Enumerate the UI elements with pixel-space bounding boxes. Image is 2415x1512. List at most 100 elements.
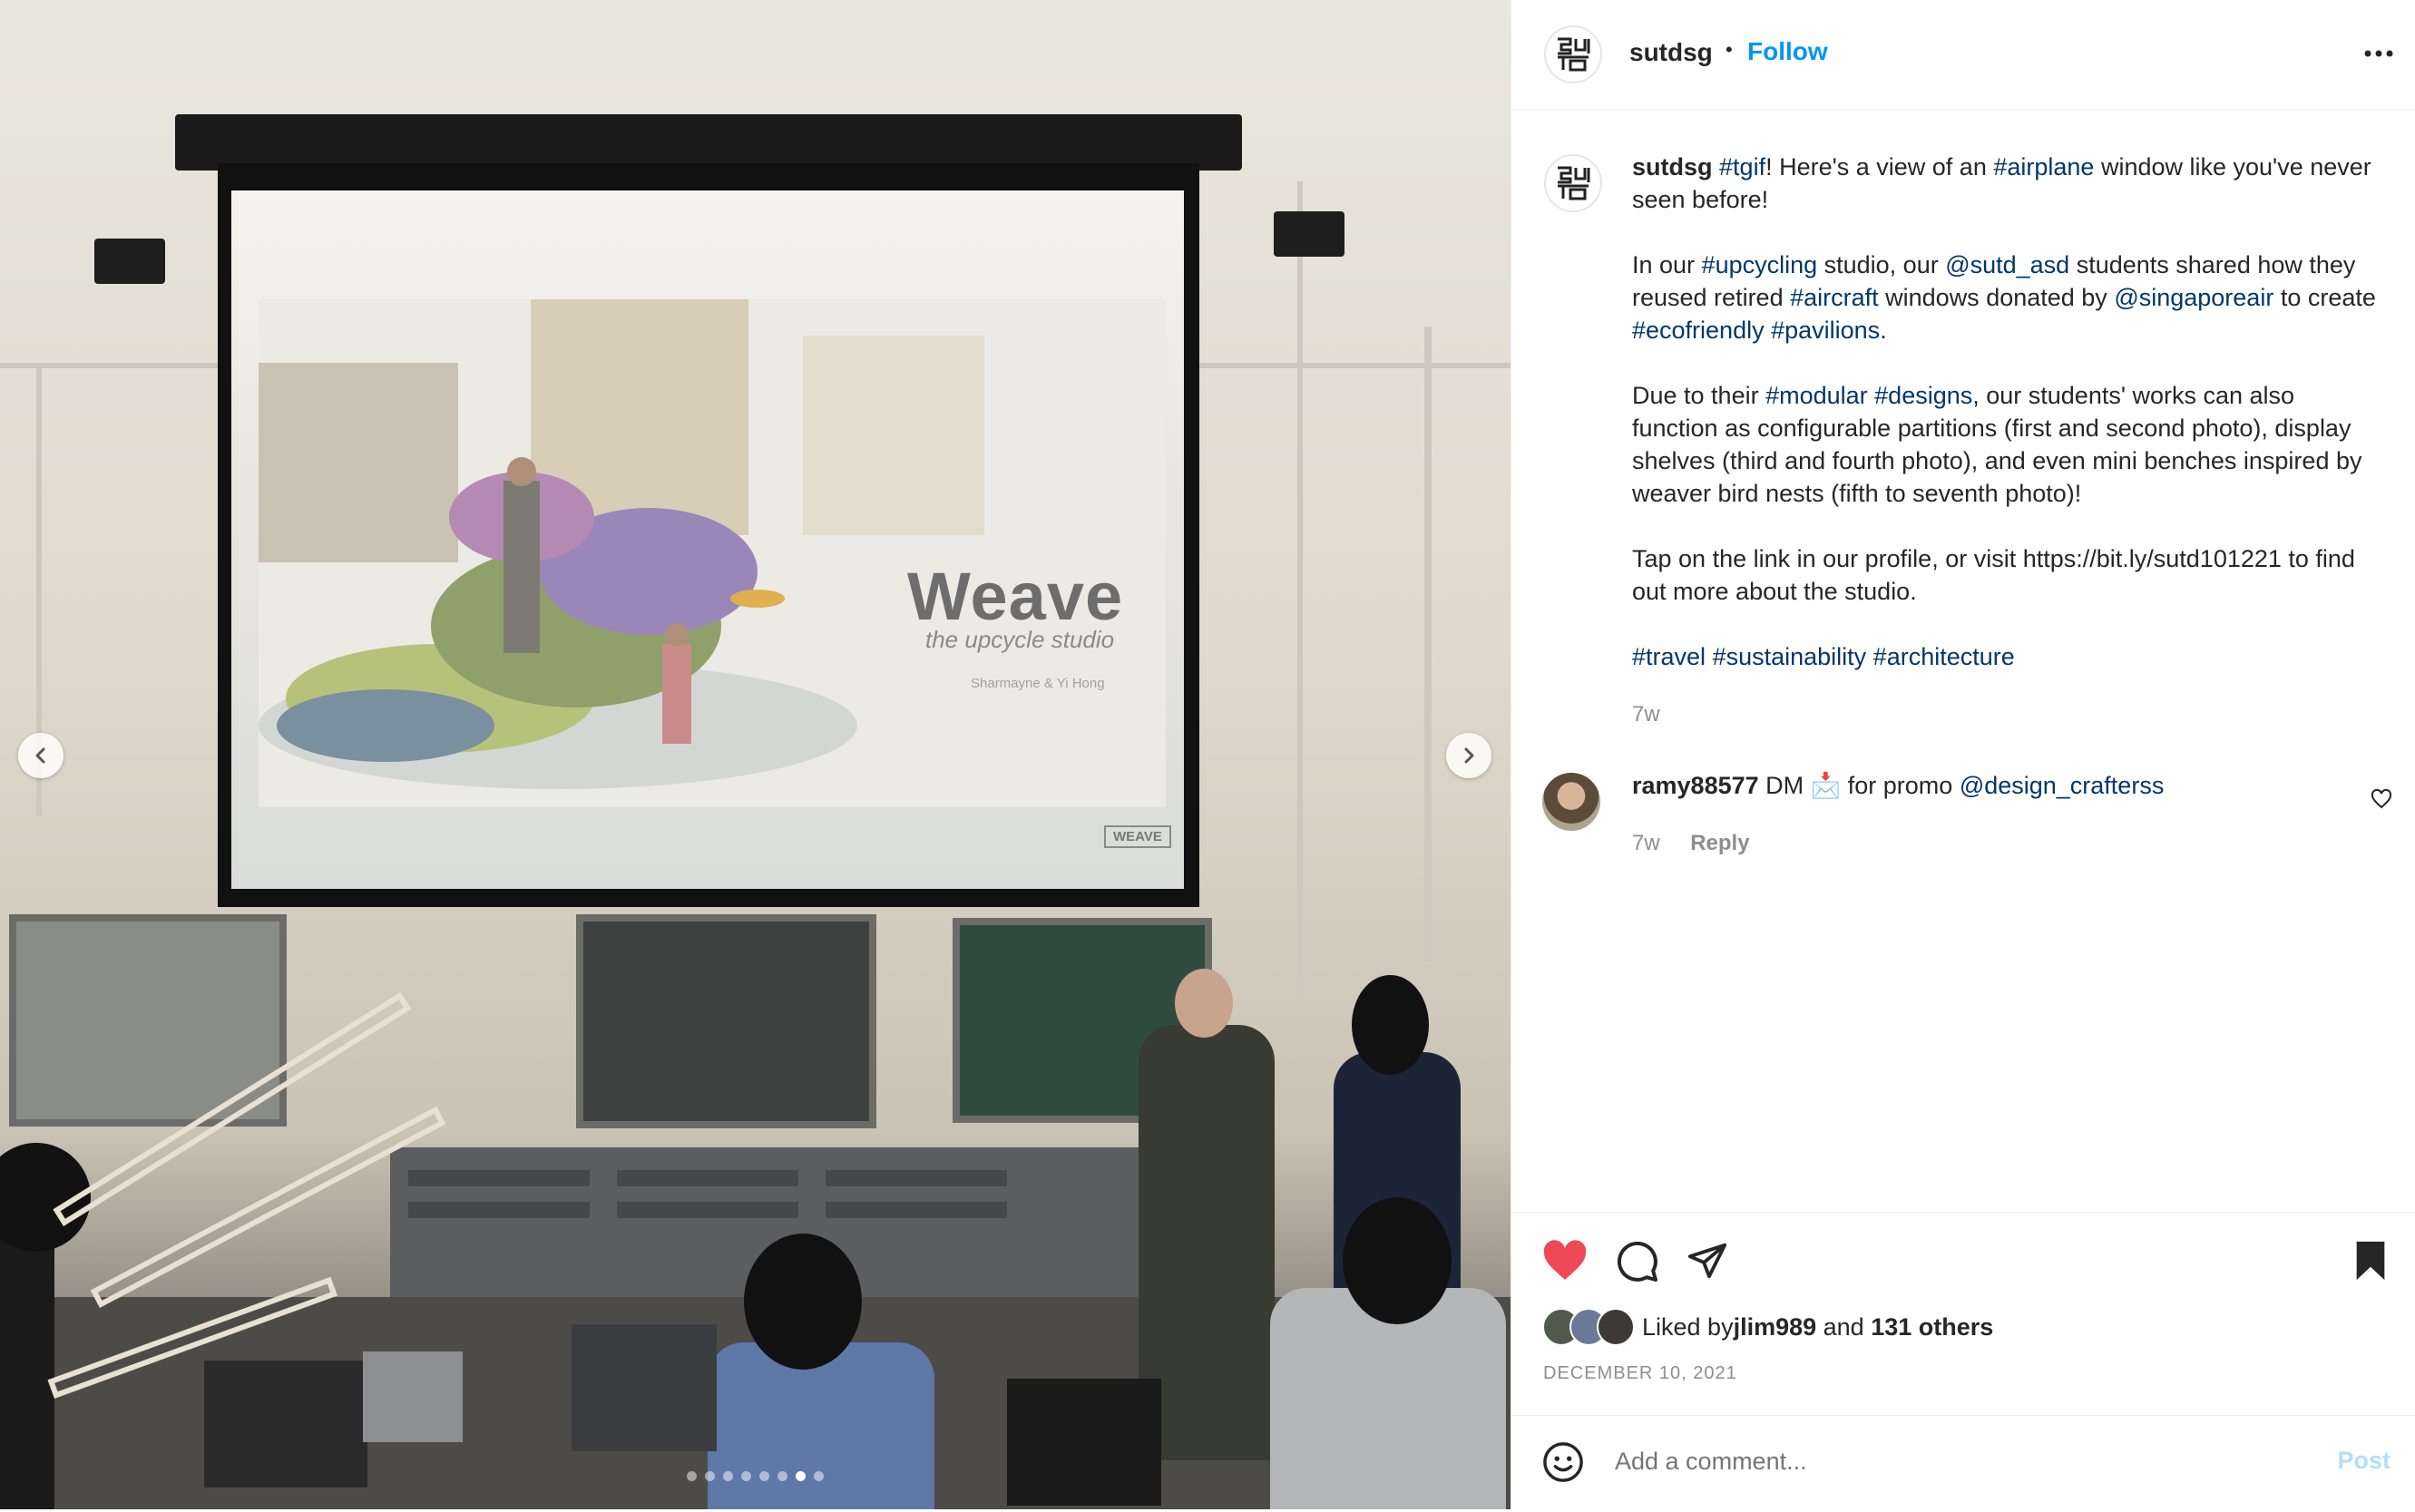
- post-date: DECEMBER 10, 2021: [1543, 1363, 1737, 1383]
- likes-prefix: Liked by: [1642, 1312, 1734, 1341]
- instagram-post: Weave the upcycle studio Sharmayne & Yi …: [0, 0, 2415, 1509]
- comment-button[interactable]: [1616, 1240, 1659, 1288]
- caption-timestamp[interactable]: 7w: [1632, 698, 2385, 731]
- caption-text: windows donated by: [1878, 284, 2115, 311]
- heart-filled-icon: [1543, 1240, 1587, 1280]
- likes-others-link[interactable]: 131 others: [1871, 1313, 1993, 1341]
- liker-avatar[interactable]: [1597, 1308, 1635, 1346]
- carousel-next-button[interactable]: [1446, 733, 1491, 778]
- caption-text: In our: [1632, 251, 1702, 278]
- caption-avatar[interactable]: [1544, 154, 1602, 212]
- hashtag-link[interactable]: #ecofriendly: [1632, 317, 1765, 344]
- slide-logo: WEAVE: [1104, 825, 1171, 848]
- post-sidebar: sutdsg • Follow sutdsg #tgif! Here's a v…: [1511, 0, 2415, 1509]
- comment-timestamp[interactable]: 7w: [1632, 831, 1660, 855]
- hashtag-link[interactable]: #travel: [1632, 643, 1706, 670]
- caption-text: studio, our: [1817, 251, 1946, 278]
- hashtag-link[interactable]: #designs: [1874, 382, 1972, 409]
- carousel-dot: [741, 1471, 751, 1481]
- chevron-left-icon: [35, 747, 45, 764]
- header-separator: •: [1726, 38, 1733, 61]
- plinth: [204, 1361, 367, 1488]
- follow-button[interactable]: Follow: [1747, 37, 1828, 66]
- caption-paragraph-4: Tap on the link in our profile, or visit…: [1632, 542, 2385, 608]
- comment-text-before: DM: [1758, 772, 1811, 799]
- sutd-logo-icon: [1558, 37, 1590, 72]
- sutd-logo-icon: [1558, 166, 1590, 200]
- caption-text: [1765, 317, 1772, 344]
- caption-text: [1713, 153, 1720, 180]
- emoji-button[interactable]: [1542, 1441, 1584, 1488]
- likes-middle: and: [1816, 1312, 1872, 1341]
- comment-item: ramy88577 DM 📩 for promo @design_crafter…: [1632, 769, 2340, 860]
- caption-text: [1866, 643, 1873, 670]
- audience-man: [708, 1342, 934, 1509]
- hashtag-link[interactable]: #modular: [1765, 382, 1868, 409]
- carousel-dot: [759, 1471, 769, 1481]
- hashtag-link[interactable]: #sustainability: [1713, 643, 1867, 670]
- hashtag-link[interactable]: #pavilions: [1771, 317, 1880, 344]
- mention-link[interactable]: @singaporeair: [2114, 284, 2273, 311]
- carousel-dot: [705, 1471, 715, 1481]
- like-button[interactable]: [1542, 1240, 1588, 1286]
- mention-link[interactable]: @sutd_asd: [1945, 251, 2069, 278]
- plinth: [1007, 1379, 1161, 1506]
- caption-paragraph-2: In our #upcycling studio, our @sutd_asd …: [1632, 249, 2385, 346]
- caption-text: Tap on the link in our profile, or visit…: [1632, 545, 2355, 605]
- slide-credit: Sharmayne & Yi Hong: [971, 676, 1105, 691]
- projector-housing: [175, 114, 1242, 171]
- caption-text: [1706, 643, 1713, 670]
- hashtag-link[interactable]: #upcycling: [1702, 251, 1818, 278]
- caption-username[interactable]: sutdsg: [1632, 153, 1713, 180]
- hashtag-link[interactable]: #airplane: [1993, 153, 2094, 180]
- post-photo[interactable]: Weave the upcycle studio Sharmayne & Yi …: [0, 0, 1511, 1509]
- caption-paragraph-1: sutdsg #tgif! Here's a view of an #airpl…: [1632, 151, 2385, 216]
- caption-text: .: [1880, 317, 1887, 344]
- comment-text-after: for promo: [1841, 772, 1960, 799]
- post-header: sutdsg • Follow: [1511, 0, 2415, 110]
- carousel-dot: [777, 1471, 787, 1481]
- window: [576, 914, 876, 1128]
- hashtag-link[interactable]: #aircraft: [1790, 284, 1879, 311]
- comment-reply-button[interactable]: Reply: [1690, 831, 1749, 855]
- chevron-right-icon: [1464, 747, 1474, 764]
- likes-user-link[interactable]: jlim989: [1734, 1313, 1817, 1341]
- commenter-avatar[interactable]: [1542, 773, 1600, 831]
- comment-username[interactable]: ramy88577: [1632, 772, 1759, 799]
- post-comment-button[interactable]: Post: [2337, 1447, 2391, 1475]
- add-comment-input[interactable]: [1613, 1447, 2252, 1477]
- post-caption: sutdsg #tgif! Here's a view of an #airpl…: [1632, 151, 2385, 731]
- projector-screen: Weave the upcycle studio Sharmayne & Yi …: [231, 190, 1184, 889]
- slide-render-image: [259, 299, 1166, 807]
- hashtag-link[interactable]: #architecture: [1873, 643, 2015, 670]
- carousel-dot: [687, 1471, 697, 1481]
- speaker: [1274, 211, 1344, 257]
- carousel-dots: [687, 1471, 824, 1481]
- wall-pipe: [1297, 181, 1303, 998]
- carousel-dot: [796, 1471, 806, 1481]
- plinth: [572, 1324, 717, 1451]
- caption-text: ! Here's a view of an: [1765, 153, 1994, 180]
- comment-bubble-icon: [1617, 1241, 1657, 1282]
- wall-pipe: [1424, 327, 1432, 961]
- carousel-dot: [723, 1471, 733, 1481]
- comment-mention[interactable]: @design_crafterss: [1960, 772, 2165, 799]
- speaker: [94, 239, 165, 284]
- more-options-button[interactable]: [2363, 47, 2394, 63]
- add-comment-bar: Post: [1511, 1415, 2415, 1510]
- caption-text: Due to their: [1632, 382, 1766, 409]
- caption-text: to create: [2273, 284, 2376, 311]
- comment-like-button[interactable]: [2371, 788, 2392, 814]
- header-username[interactable]: sutdsg: [1629, 38, 1713, 67]
- liker-avatars: [1542, 1308, 1635, 1346]
- share-button[interactable]: [1687, 1240, 1728, 1286]
- slide-title: Weave: [907, 559, 1124, 634]
- slide-subtitle: the upcycle studio: [925, 626, 1115, 653]
- hashtag-link[interactable]: #tgif: [1719, 153, 1765, 180]
- more-options-icon: [2364, 50, 2393, 57]
- carousel-dot: [814, 1471, 824, 1481]
- carousel-prev-button[interactable]: [18, 733, 64, 778]
- profile-avatar[interactable]: [1544, 25, 1602, 83]
- heart-outline-icon: [2371, 788, 2392, 809]
- save-button[interactable]: [2352, 1240, 2389, 1286]
